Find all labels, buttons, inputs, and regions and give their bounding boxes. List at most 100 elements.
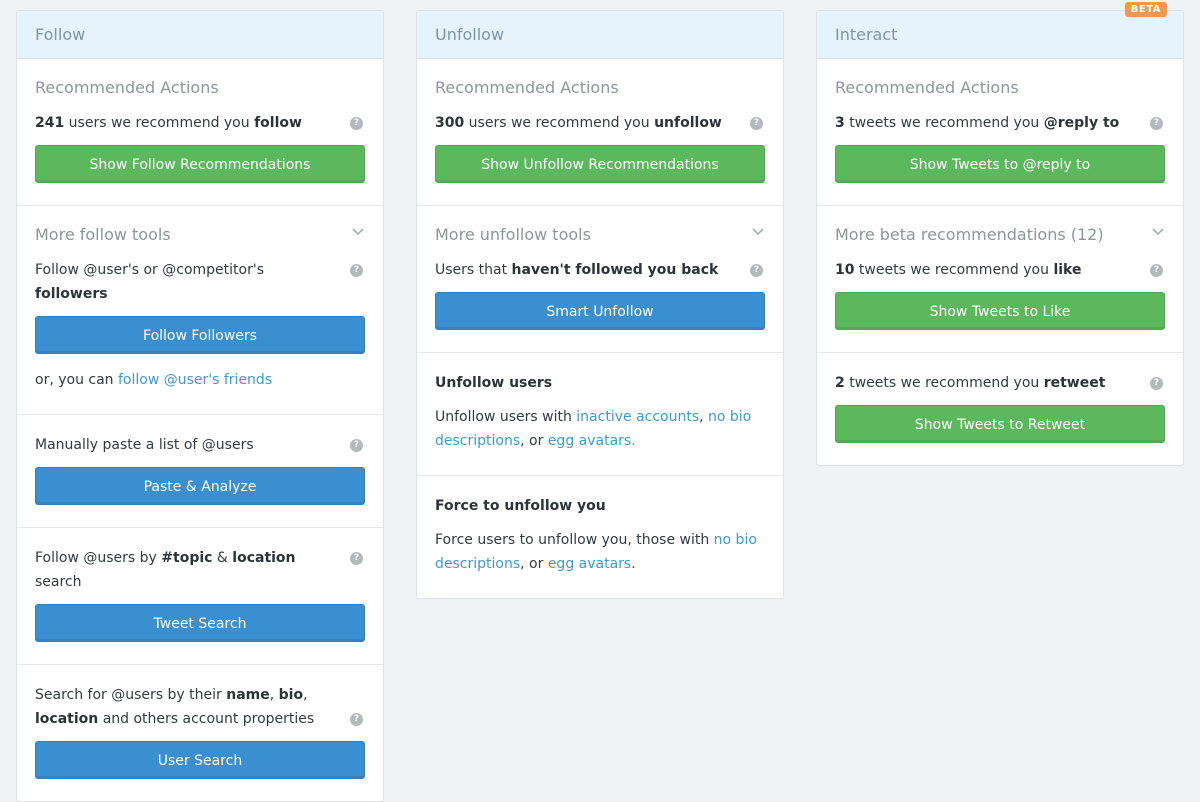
user-search-button[interactable]: User Search bbox=[35, 741, 365, 779]
question-circle-icon[interactable]: ? bbox=[350, 552, 363, 565]
unfollow-recommend-summary: 300 users we recommend you unfollow ? bbox=[435, 111, 765, 135]
user-search-location: location bbox=[35, 711, 99, 727]
interact-retweet-action: retweet bbox=[1043, 375, 1106, 391]
force-unfollow-section: Force to unfollow you Force users to unf… bbox=[417, 476, 783, 598]
unfollow-users-section: Unfollow users Unfollow users with inact… bbox=[417, 353, 783, 476]
chevron-down-icon[interactable] bbox=[351, 224, 365, 238]
tweet-search-button[interactable]: Tweet Search bbox=[35, 604, 365, 642]
follow-friends-row: or, you can follow @user's friends bbox=[35, 368, 365, 392]
beta-badge: BETA bbox=[1124, 2, 1167, 17]
force-unfollow-period: . bbox=[631, 556, 636, 572]
paste-users-section: Manually paste a list of @users ? Paste … bbox=[17, 415, 383, 528]
user-search-sep2: , bbox=[303, 687, 308, 703]
unfollow-users-sep: , bbox=[699, 409, 709, 425]
interact-panel-title: Interact bbox=[835, 25, 898, 44]
paste-users-row: Manually paste a list of @users ? bbox=[35, 433, 365, 457]
user-search-name: name bbox=[226, 687, 270, 703]
question-circle-icon[interactable]: ? bbox=[750, 264, 763, 277]
question-circle-icon[interactable]: ? bbox=[750, 117, 763, 130]
unfollow-panel: Unfollow Recommended Actions 300 users w… bbox=[416, 10, 784, 599]
interact-reply-text: tweets we recommend you bbox=[844, 115, 1044, 131]
tweet-search-section: Follow @users by #topic & location searc… bbox=[17, 528, 383, 665]
unfollow-recommended-title: Recommended Actions bbox=[435, 78, 619, 97]
user-search-sep1: , bbox=[269, 687, 279, 703]
tweet-search-text: Follow @users by bbox=[35, 550, 162, 566]
question-circle-icon[interactable]: ? bbox=[1150, 377, 1163, 390]
user-search-row: Search for @users by their name, bio, lo… bbox=[35, 683, 365, 731]
tweet-search-topic: #topic bbox=[161, 550, 213, 566]
user-search-bio: bio bbox=[278, 687, 304, 703]
interact-like-text: tweets we recommend you bbox=[854, 262, 1054, 278]
follow-recommended-title: Recommended Actions bbox=[35, 78, 219, 97]
question-circle-icon[interactable]: ? bbox=[1150, 117, 1163, 130]
unfollow-back-bold: haven't followed you back bbox=[511, 262, 719, 278]
unfollow-more-tools-section: More unfollow tools Users that haven't f… bbox=[417, 206, 783, 353]
interact-like-summary: 10 tweets we recommend you like ? bbox=[835, 258, 1165, 282]
tweet-search-and: & bbox=[212, 550, 233, 566]
tweet-search-suffix: search bbox=[35, 574, 82, 590]
follow-followers-bold: followers bbox=[35, 286, 108, 302]
question-circle-icon[interactable]: ? bbox=[350, 713, 363, 726]
follow-followers-row: Follow @user's or @competitor's follower… bbox=[35, 258, 365, 306]
follow-recommend-text: users we recommend you bbox=[64, 115, 255, 131]
chevron-down-icon[interactable] bbox=[751, 224, 765, 238]
show-follow-recommendations-button[interactable]: Show Follow Recommendations bbox=[35, 145, 365, 183]
follow-followers-text: Follow @user's or @competitor's bbox=[35, 262, 264, 278]
follow-friends-prefix: or, you can bbox=[35, 372, 118, 388]
paste-analyze-button[interactable]: Paste & Analyze bbox=[35, 467, 365, 505]
show-unfollow-recommendations-button[interactable]: Show Unfollow Recommendations bbox=[435, 145, 765, 183]
smart-unfollow-button[interactable]: Smart Unfollow bbox=[435, 292, 765, 330]
interact-reply-count: 3 bbox=[835, 115, 845, 131]
unfollow-users-or: , or bbox=[520, 433, 548, 449]
interact-retweet-section: 2 tweets we recommend you retweet ? Show… bbox=[817, 353, 1183, 465]
tweet-search-row: Follow @users by #topic & location searc… bbox=[35, 546, 365, 594]
follow-friends-link[interactable]: follow @user's friends bbox=[118, 372, 272, 388]
unfollow-recommend-action: unfollow bbox=[654, 115, 722, 131]
unfollow-panel-header: Unfollow bbox=[417, 11, 783, 59]
egg-avatars-link[interactable]: egg avatars. bbox=[548, 433, 636, 449]
unfollow-panel-title: Unfollow bbox=[435, 25, 505, 44]
interact-reply-summary: 3 tweets we recommend you @reply to ? bbox=[835, 111, 1165, 135]
follow-recommend-action: follow bbox=[254, 115, 302, 131]
question-circle-icon[interactable]: ? bbox=[350, 439, 363, 452]
question-circle-icon[interactable]: ? bbox=[1150, 264, 1163, 277]
follow-followers-button[interactable]: Follow Followers bbox=[35, 316, 365, 354]
chevron-down-icon[interactable] bbox=[1151, 224, 1165, 238]
show-tweets-retweet-button[interactable]: Show Tweets to Retweet bbox=[835, 405, 1165, 443]
force-unfollow-or: , or bbox=[520, 556, 548, 572]
force-unfollow-prefix: Force users to unfollow you, those with bbox=[435, 532, 714, 548]
follow-panel-header: Follow bbox=[17, 11, 383, 59]
interact-retweet-summary: 2 tweets we recommend you retweet ? bbox=[835, 371, 1165, 395]
unfollow-more-tools-title: More unfollow tools bbox=[435, 225, 591, 244]
follow-panel-title: Follow bbox=[35, 25, 86, 44]
follow-more-tools-title: More follow tools bbox=[35, 225, 171, 244]
force-unfollow-text: Force users to unfollow you, those with … bbox=[435, 528, 765, 576]
interact-like-count: 10 bbox=[835, 262, 855, 278]
follow-recommend-summary: 241 users we recommend you follow ? bbox=[35, 111, 365, 135]
user-search-suffix: and others account properties bbox=[98, 711, 315, 727]
interact-retweet-text: tweets we recommend you bbox=[844, 375, 1044, 391]
interact-more-title: More beta recommendations (12) bbox=[835, 225, 1104, 244]
question-circle-icon[interactable]: ? bbox=[350, 117, 363, 130]
interact-panel: Interact BETA Recommended Actions 3 twee… bbox=[816, 2, 1184, 466]
user-search-section: Search for @users by their name, bio, lo… bbox=[17, 665, 383, 801]
interact-reply-action: @reply to bbox=[1043, 115, 1120, 131]
force-unfollow-title: Force to unfollow you bbox=[435, 498, 606, 514]
unfollow-back-row: Users that haven't followed you back ? bbox=[435, 258, 765, 282]
interact-like-action: like bbox=[1053, 262, 1082, 278]
force-egg-avatars-link[interactable]: egg avatars bbox=[548, 556, 631, 572]
unfollow-recommended-section: Recommended Actions 300 users we recomme… bbox=[417, 59, 783, 206]
paste-users-text: Manually paste a list of @users bbox=[35, 437, 254, 453]
interact-recommended-section: Recommended Actions 3 tweets we recommen… bbox=[817, 59, 1183, 206]
unfollow-users-text: Unfollow users with inactive accounts, n… bbox=[435, 405, 765, 453]
tweet-search-location: location bbox=[232, 550, 296, 566]
inactive-accounts-link[interactable]: inactive accounts bbox=[576, 409, 699, 425]
show-tweets-reply-button[interactable]: Show Tweets to @reply to bbox=[835, 145, 1165, 183]
unfollow-recommend-count: 300 bbox=[435, 115, 465, 131]
question-circle-icon[interactable]: ? bbox=[350, 264, 363, 277]
unfollow-recommend-text: users we recommend you bbox=[464, 115, 655, 131]
follow-recommended-section: Recommended Actions 241 users we recomme… bbox=[17, 59, 383, 206]
show-tweets-like-button[interactable]: Show Tweets to Like bbox=[835, 292, 1165, 330]
interact-retweet-count: 2 bbox=[835, 375, 845, 391]
follow-panel: Follow Recommended Actions 241 users we … bbox=[16, 10, 384, 802]
